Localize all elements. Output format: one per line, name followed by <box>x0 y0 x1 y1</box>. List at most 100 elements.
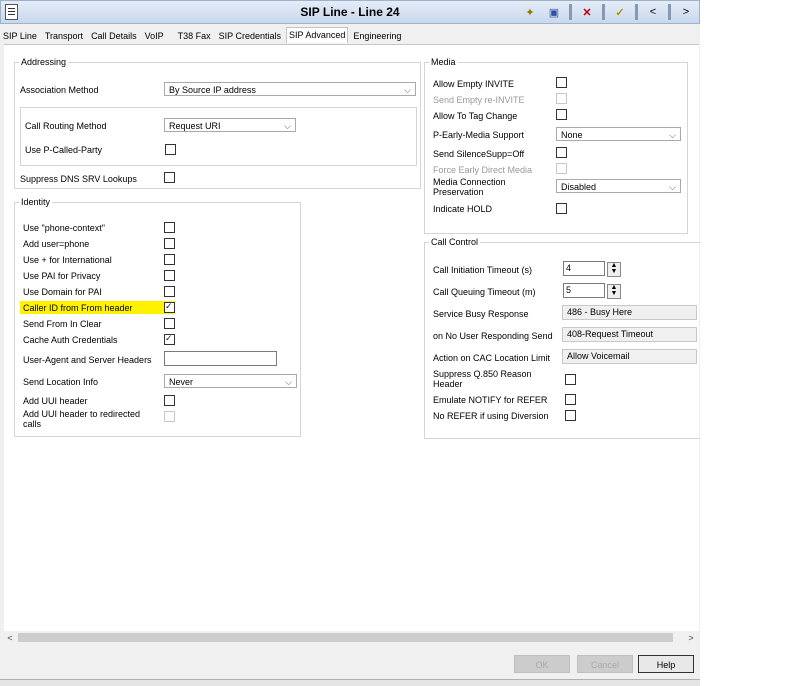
cac-location-limit-field: Allow Voicemail <box>562 349 697 364</box>
addressing-legend: Addressing <box>21 57 67 67</box>
send-from-in-clear-checkbox[interactable] <box>164 318 175 329</box>
tab-sip-advanced[interactable]: SIP Advanced <box>285 27 349 43</box>
caller-id-from-header-checkbox[interactable] <box>164 301 175 313</box>
tab-t38-fax[interactable]: T38 Fax <box>175 28 214 45</box>
add-uui-redirected-checkbox <box>164 411 175 422</box>
p-early-media-label: P-Early-Media Support <box>433 130 525 140</box>
tab-engineering[interactable]: Engineering <box>350 28 404 45</box>
send-from-in-clear-label: Send From In Clear <box>23 319 102 329</box>
send-silence-supp-label: Send SilenceSupp=Off <box>433 149 525 159</box>
use-domain-pai-label: Use Domain for PAI <box>23 287 102 297</box>
call-queuing-timeout-label: Call Queuing Timeout (m) <box>433 287 536 297</box>
tab-panel: Addressing Association Method By Source … <box>4 44 700 631</box>
previous-icon[interactable]: < <box>644 4 662 21</box>
service-busy-response-label: Service Busy Response <box>433 309 529 319</box>
call-routing-method-label: Call Routing Method <box>25 121 107 131</box>
addressing-group: Addressing Association Method By Source … <box>14 57 421 189</box>
association-method-label: Association Method <box>20 85 99 95</box>
validate-icon[interactable]: ✓ <box>611 4 629 21</box>
scroll-left-icon[interactable]: < <box>4 631 16 645</box>
use-pai-privacy-checkbox[interactable] <box>164 270 175 281</box>
add-user-phone-checkbox[interactable] <box>164 238 175 249</box>
suppress-dns-srv-label: Suppress DNS SRV Lookups <box>20 174 137 184</box>
send-location-info-value: Never <box>169 377 194 387</box>
tab-transport[interactable]: Transport <box>42 28 86 45</box>
call-initiation-timeout-input[interactable]: 4 <box>563 261 605 276</box>
new-icon[interactable]: ✦ <box>521 4 539 21</box>
no-user-responding-label: on No User Responding Send <box>433 331 553 341</box>
toolbar-separator <box>668 4 671 20</box>
delete-icon[interactable]: ✕ <box>578 4 596 21</box>
identity-legend: Identity <box>21 197 51 207</box>
toolbar-separator <box>569 4 572 20</box>
send-location-info-label: Send Location Info <box>23 377 99 387</box>
no-user-responding-field: 408-Request Timeout <box>562 327 697 342</box>
use-phone-context-checkbox[interactable] <box>164 222 175 233</box>
allow-to-tag-change-label: Allow To Tag Change <box>433 111 518 121</box>
chevron-down-icon: ⌵ <box>404 85 411 95</box>
call-queuing-timeout-input[interactable]: 5 <box>563 283 605 298</box>
emulate-notify-label: Emulate NOTIFY for REFER <box>433 395 548 405</box>
add-uui-header-label: Add UUI header <box>23 396 88 406</box>
suppress-dns-srv-checkbox[interactable] <box>164 172 175 183</box>
use-plus-international-label: Use + for International <box>23 255 112 265</box>
call-initiation-timeout-label: Call Initiation Timeout (s) <box>433 265 533 275</box>
tab-sip-credentials[interactable]: SIP Credentials <box>216 28 284 45</box>
sip-line-window: SIP Line - Line 24 ✦ ▣ ✕ ✓ < > SIP Line … <box>0 0 700 686</box>
scroll-thumb[interactable] <box>18 633 673 642</box>
suppress-q850-checkbox[interactable] <box>565 374 576 385</box>
force-early-direct-label: Force Early Direct Media <box>433 165 533 175</box>
emulate-notify-checkbox[interactable] <box>565 394 576 405</box>
save-icon[interactable]: ▣ <box>545 4 563 21</box>
use-pai-privacy-label: Use PAI for Privacy <box>23 271 101 281</box>
caller-id-from-header-label: Caller ID from From header <box>23 303 133 313</box>
service-busy-response-field: 486 - Busy Here <box>562 305 697 320</box>
call-control-legend: Call Control <box>431 237 479 247</box>
cache-auth-credentials-label: Cache Auth Credentials <box>23 335 118 345</box>
allow-to-tag-change-checkbox[interactable] <box>556 109 567 120</box>
scroll-right-icon[interactable]: > <box>685 631 697 645</box>
use-plus-international-checkbox[interactable] <box>164 254 175 265</box>
media-conn-preservation-select[interactable]: Disabled ⌵ <box>556 179 681 193</box>
user-agent-label: User-Agent and Server Headers <box>23 355 152 365</box>
send-empty-reinvite-checkbox <box>556 93 567 104</box>
tab-call-details[interactable]: Call Details <box>88 28 140 45</box>
title-toolbar: ✦ ▣ ✕ ✓ < > <box>521 4 695 20</box>
cac-location-limit-label: Action on CAC Location Limit <box>433 353 551 363</box>
media-group: Media Allow Empty INVITE Send Empty re-I… <box>424 57 688 234</box>
no-refer-diversion-checkbox[interactable] <box>565 410 576 421</box>
add-uui-header-checkbox[interactable] <box>164 395 175 406</box>
association-method-value: By Source IP address <box>169 85 256 95</box>
ok-button[interactable]: OK <box>514 655 570 673</box>
allow-empty-invite-checkbox[interactable] <box>556 77 567 88</box>
chevron-down-icon: ⌵ <box>669 182 676 192</box>
next-icon[interactable]: > <box>677 4 695 21</box>
p-early-media-select[interactable]: None ⌵ <box>556 127 681 141</box>
call-routing-method-select[interactable]: Request URI ⌵ <box>164 118 296 132</box>
help-button[interactable]: Help <box>638 655 694 673</box>
chevron-down-icon: ⌵ <box>669 130 676 140</box>
suppress-q850-label: Suppress Q.850 Reason Header <box>433 369 532 389</box>
use-p-called-party-checkbox[interactable] <box>165 144 176 155</box>
cancel-button[interactable]: Cancel <box>577 655 633 673</box>
add-uui-redirected-label: Add UUI header to redirected calls <box>23 409 141 429</box>
user-agent-input[interactable] <box>164 351 277 366</box>
send-location-info-select[interactable]: Never ⌵ <box>164 374 297 388</box>
horizontal-scrollbar[interactable]: < > <box>4 631 699 645</box>
identity-group: Identity Use "phone-context" Add user=ph… <box>14 197 301 437</box>
toolbar-separator <box>635 4 638 20</box>
use-domain-pai-checkbox[interactable] <box>164 286 175 297</box>
p-early-media-value: None <box>561 130 583 140</box>
call-queuing-spinner[interactable]: ▲ ▼ <box>607 284 621 299</box>
send-empty-reinvite-label: Send Empty re-INVITE <box>433 95 525 105</box>
use-p-called-party-label: Use P-Called-Party <box>25 145 103 155</box>
title-bar: SIP Line - Line 24 ✦ ▣ ✕ ✓ < > <box>0 0 700 24</box>
tab-sip-line[interactable]: SIP Line <box>0 28 40 45</box>
indicate-hold-checkbox[interactable] <box>556 203 567 214</box>
use-phone-context-label: Use "phone-context" <box>23 223 105 233</box>
send-silence-supp-checkbox[interactable] <box>556 147 567 158</box>
tab-voip[interactable]: VoIP <box>142 28 167 45</box>
call-initiation-spinner[interactable]: ▲ ▼ <box>607 262 621 277</box>
association-method-select[interactable]: By Source IP address ⌵ <box>164 82 416 96</box>
cache-auth-credentials-checkbox[interactable] <box>164 333 175 345</box>
